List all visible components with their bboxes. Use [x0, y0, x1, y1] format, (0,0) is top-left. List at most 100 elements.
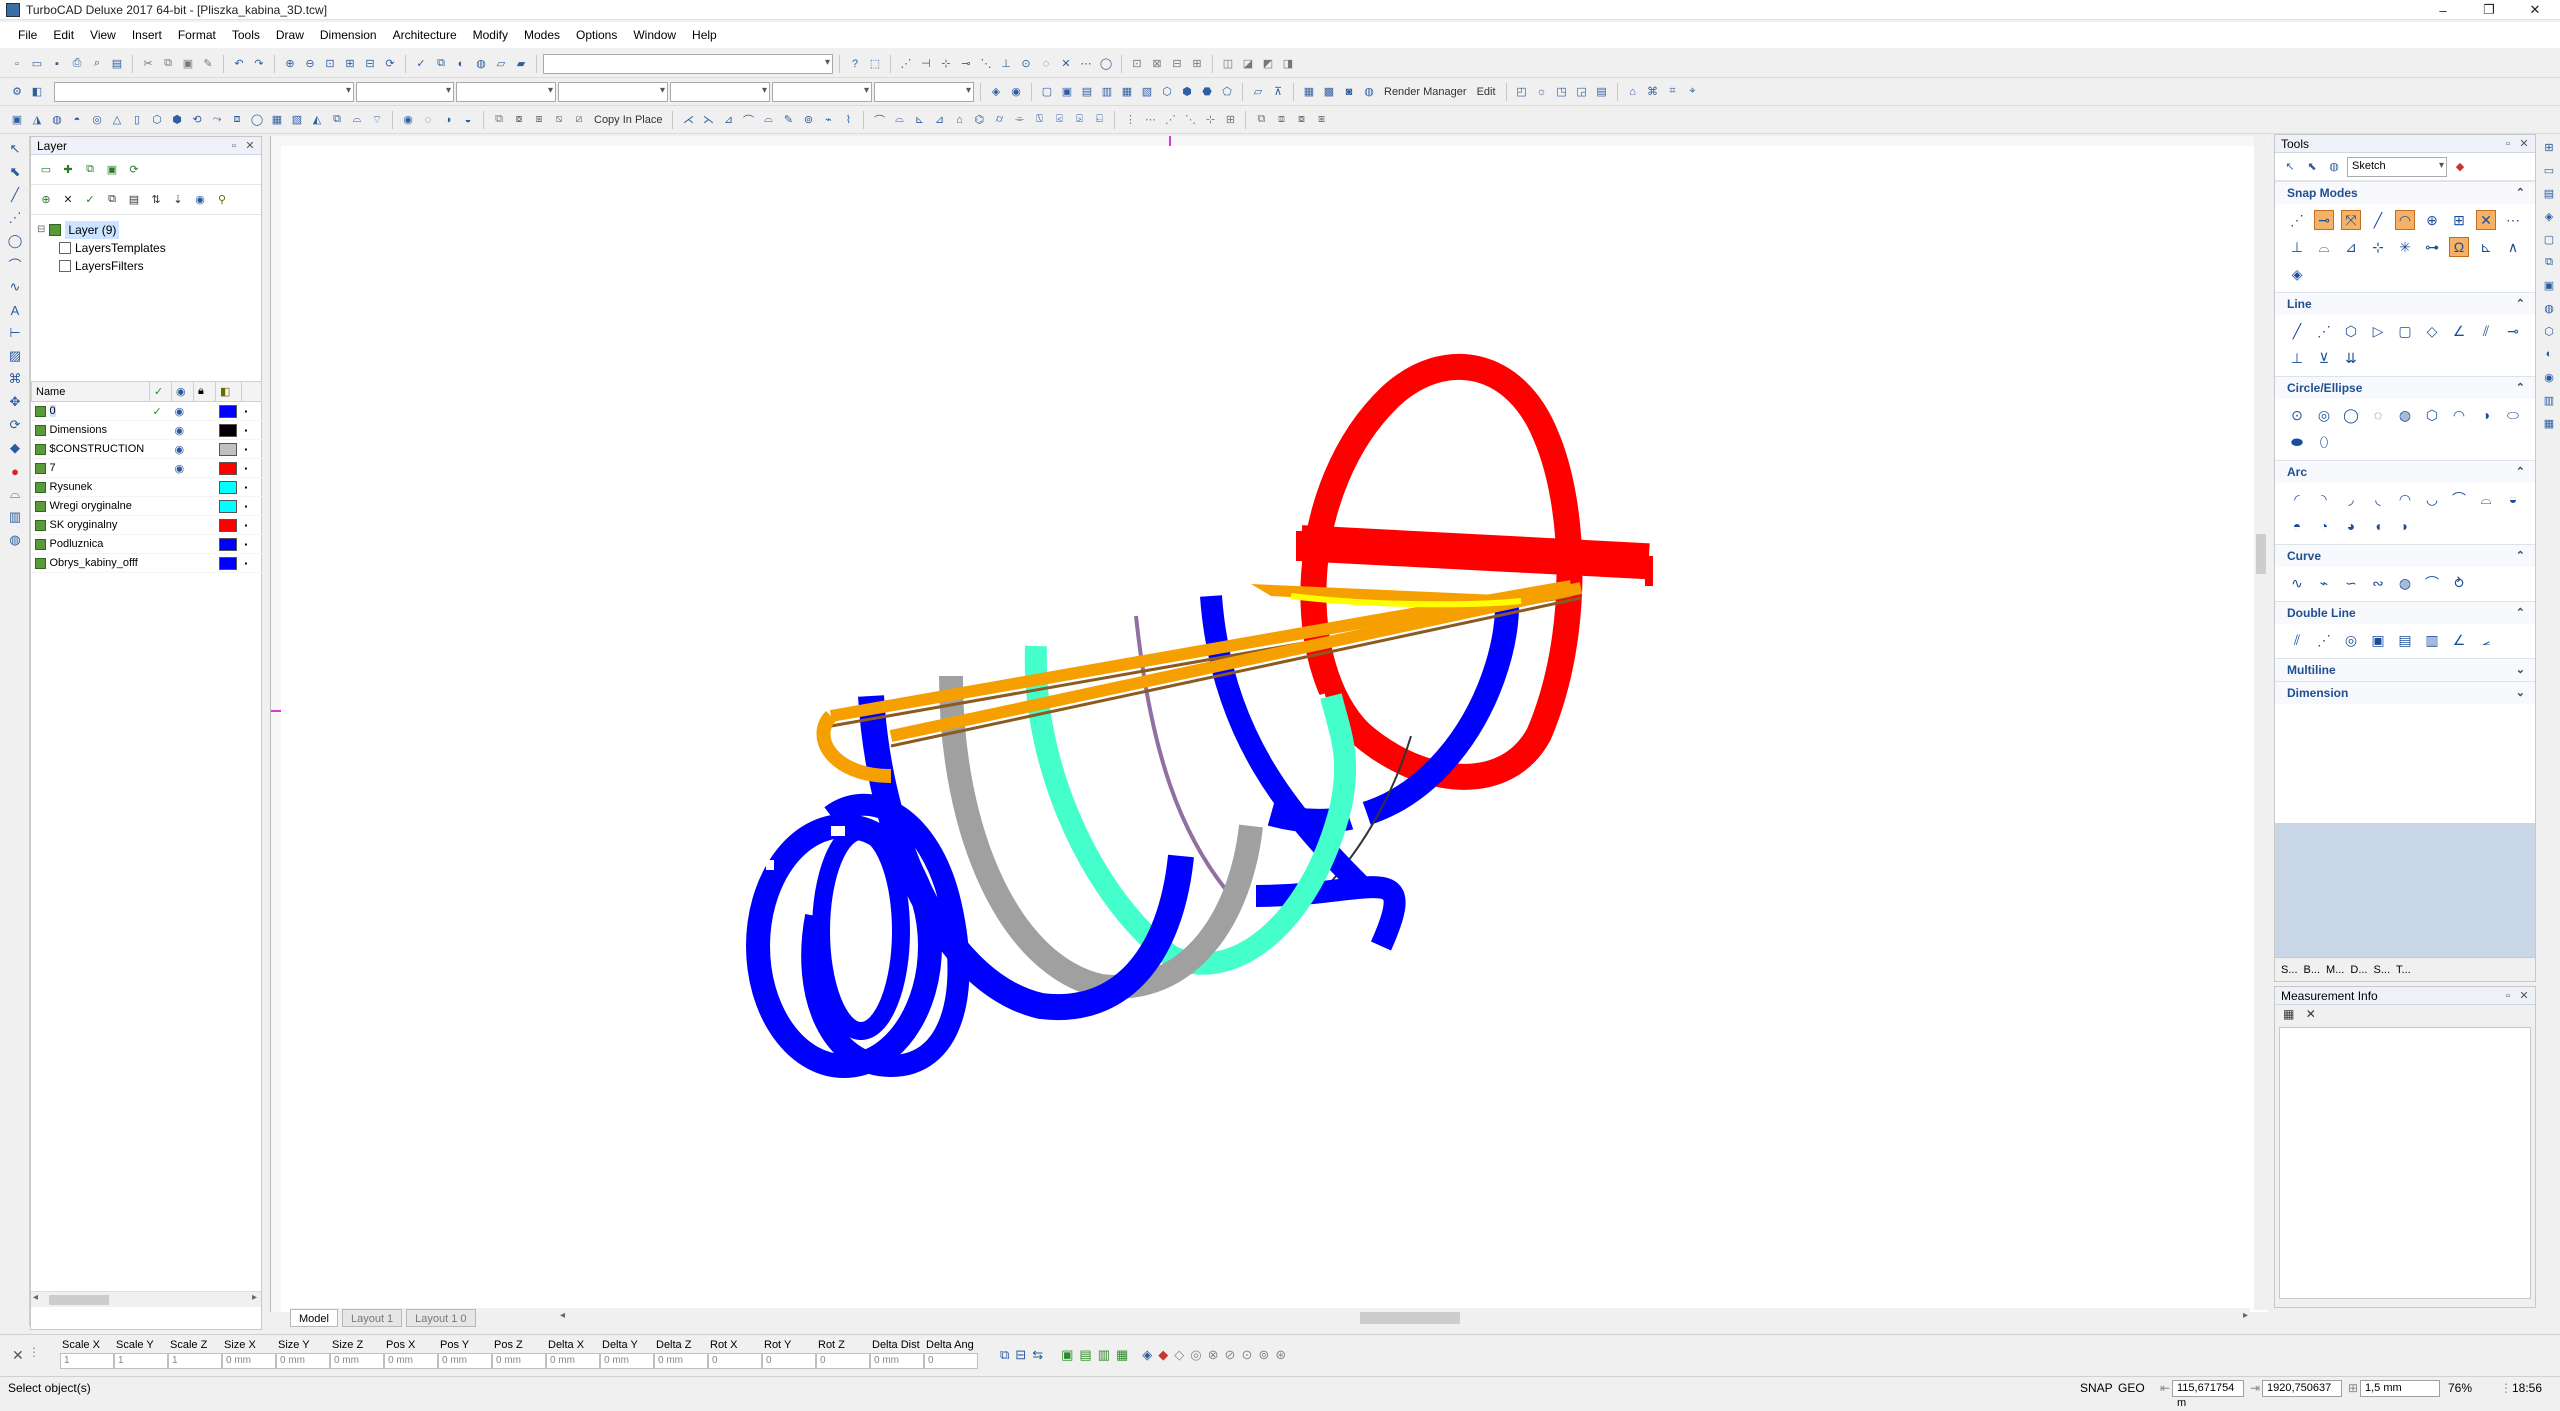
workplane-by-view-icon[interactable]: ▱ — [1249, 83, 1267, 101]
modify2-icon[interactable]: ⋋ — [699, 111, 717, 129]
layer-template-icon[interactable]: ⧉ — [81, 161, 99, 179]
text-tool-icon[interactable]: A — [5, 300, 25, 320]
layer-color-cell[interactable] — [215, 439, 242, 459]
wedge-icon[interactable]: ◮ — [28, 111, 46, 129]
boolean-add-icon[interactable]: ◉ — [399, 111, 417, 129]
column-visible-icon[interactable]: ◉ — [171, 381, 194, 402]
layer-props-icon[interactable]: ⧉ — [103, 191, 121, 209]
arc-spline-icon[interactable]: ◕ — [2341, 516, 2361, 536]
slice-icon[interactable]: ◭ — [308, 111, 326, 129]
line-offset-icon[interactable]: ⇊ — [2341, 348, 2361, 368]
menu-modify[interactable]: Modify — [465, 25, 516, 45]
line-polyline-icon[interactable]: ⋰ — [2314, 321, 2334, 341]
paste-icon[interactable]: ▣ — [179, 55, 197, 73]
snap-magnet-icon[interactable]: Ω — [2449, 237, 2469, 257]
collapse-chevron-icon[interactable]: ⌃ — [2516, 377, 2525, 399]
layer-row[interactable]: Rysunek ▪ — [31, 477, 262, 497]
prop-gear-icon[interactable]: ⚙ — [8, 83, 26, 101]
curve-bezier-icon[interactable]: ⌁ — [2314, 573, 2334, 593]
line-tool-icon[interactable]: ╱ — [5, 185, 25, 205]
view-iso1-icon[interactable]: ⬡ — [1158, 83, 1176, 101]
zoom-all-icon[interactable]: ⊟ — [361, 55, 379, 73]
circle-center-icon[interactable]: ⊙ — [2287, 405, 2307, 425]
strip-tool10-icon[interactable]: ◐ — [2541, 348, 2557, 364]
collapse-chevron-icon[interactable]: ⌃ — [2516, 293, 2525, 315]
layer-name-cell[interactable]: 0 — [31, 401, 150, 421]
layer-name-cell[interactable]: SK oryginalny — [31, 515, 150, 535]
render-manager-label[interactable]: Render Manager — [1380, 86, 1471, 98]
layer-color-swatch[interactable] — [218, 404, 237, 418]
prop-layer-icon[interactable]: ◧ — [28, 83, 46, 101]
layer-active-check[interactable]: ✓ — [149, 401, 172, 421]
snap-quadrant-icon[interactable]: ⋱ — [977, 55, 995, 73]
snap-draw-icon[interactable]: ✳ — [2395, 237, 2415, 257]
eye-icon[interactable]: ◉ — [1007, 83, 1025, 101]
layer-hscroll[interactable]: ◂ ▸ — [31, 1291, 261, 1307]
group-header[interactable]: Line ⌃ — [2275, 293, 2535, 315]
group-header[interactable]: Curve ⌃ — [2275, 545, 2535, 567]
extra-render3-icon[interactable]: ⌗ — [1664, 83, 1682, 101]
snap-grid-icon[interactable]: ⋯ — [1077, 55, 1095, 73]
match-properties-icon[interactable]: ✎ — [199, 55, 217, 73]
insp-tool12-icon[interactable]: ⊗ — [1208, 1347, 1219, 1363]
strip-tool3-icon[interactable]: ▤ — [2541, 187, 2557, 203]
insp-tool3-icon[interactable]: ⇆ — [1032, 1347, 1043, 1363]
layer-color-cell[interactable] — [215, 515, 242, 535]
curve6-icon[interactable]: ⌬ — [970, 111, 988, 129]
redo-icon[interactable]: ↷ — [250, 55, 268, 73]
curve10-icon[interactable]: ⍃ — [1050, 111, 1068, 129]
modify9-icon[interactable]: ⌇ — [839, 111, 857, 129]
view-right-icon[interactable]: ▤ — [1078, 83, 1096, 101]
snap-grid-icon[interactable]: ⋯ — [2503, 210, 2523, 230]
layer-lock-cell[interactable] — [193, 515, 216, 535]
layer-row[interactable]: $CONSTRUCTION ◉ ▪ — [31, 439, 262, 459]
layer-lock-cell[interactable] — [193, 534, 216, 554]
3d-tool-icon[interactable]: ◆ — [5, 438, 25, 458]
extrude-icon[interactable]: ⬢ — [168, 111, 186, 129]
inspector-field-input[interactable]: 0 mm — [546, 1353, 600, 1369]
arc-multi-icon[interactable]: ⌒ — [2449, 489, 2469, 509]
layer-visible-eye-icon[interactable]: ◉ — [171, 401, 194, 421]
cylinder-icon[interactable]: ▯ — [128, 111, 146, 129]
tool-custom-icon[interactable]: ◆ — [2451, 158, 2469, 176]
layer-copy-icon[interactable]: ▤ — [125, 191, 143, 209]
inspector-field-input[interactable]: 0 — [708, 1353, 762, 1369]
tree-node-templates[interactable]: LayersTemplates — [37, 239, 255, 257]
inspector-field-input[interactable]: 0 mm — [492, 1353, 546, 1369]
snap-indicator[interactable]: SNAP — [2080, 1381, 2113, 1395]
undo-icon[interactable]: ↶ — [230, 55, 248, 73]
arc-3point-icon[interactable]: ◞ — [2341, 489, 2361, 509]
layer-lock-cell[interactable] — [193, 477, 216, 497]
layer-visible-eye-icon[interactable] — [171, 477, 194, 497]
save-icon[interactable]: ▪ — [48, 55, 66, 73]
modify4-icon[interactable]: ⌒ — [739, 111, 757, 129]
geo-indicator[interactable]: GEO — [2118, 1381, 2145, 1395]
strip-tool2-icon[interactable]: ▭ — [2541, 164, 2557, 180]
ellipse-fixed-icon[interactable]: ⬯ — [2314, 432, 2334, 452]
hemisphere-icon[interactable]: ◓ — [68, 111, 86, 129]
torus-icon[interactable]: ◎ — [88, 111, 106, 129]
layer-row[interactable]: Wregi oryginalne ▪ — [31, 496, 262, 516]
move-tool-icon[interactable]: ✥ — [5, 392, 25, 412]
fill-color-combo[interactable] — [874, 81, 974, 102]
grid5-icon[interactable]: ⊹ — [1201, 111, 1219, 129]
layer-name-cell[interactable]: 7 — [31, 458, 150, 478]
zoom-out-icon[interactable]: ⊖ — [301, 55, 319, 73]
snap-tag-icon[interactable]: ◈ — [2287, 264, 2307, 284]
arc-semi-icon[interactable]: ◓ — [2287, 516, 2307, 536]
strip-tool8-icon[interactable]: ◍ — [2541, 302, 2557, 318]
line-angle-icon[interactable]: ∠ — [2449, 321, 2469, 341]
snap-intersection-icon[interactable]: ✕ — [2476, 210, 2496, 230]
circle-arc-icon[interactable]: ◠ — [2449, 405, 2469, 425]
curve9-icon[interactable]: ⍂ — [1030, 111, 1048, 129]
panel-close-icon[interactable]: ✕ — [243, 139, 257, 153]
arc-concentric-icon[interactable]: ◠ — [2395, 489, 2415, 509]
copy-ops5-icon[interactable]: ⧄ — [570, 111, 588, 129]
layer-active-check[interactable] — [149, 439, 172, 459]
box-icon[interactable]: ▣ — [8, 111, 26, 129]
copy-ops3-icon[interactable]: ⧆ — [530, 111, 548, 129]
menu-edit[interactable]: Edit — [45, 25, 82, 45]
inspector-field-input[interactable]: 0 mm — [870, 1353, 924, 1369]
arc-angle-icon[interactable]: ◖ — [2368, 516, 2388, 536]
strip-tool4-icon[interactable]: ◈ — [2541, 210, 2557, 226]
